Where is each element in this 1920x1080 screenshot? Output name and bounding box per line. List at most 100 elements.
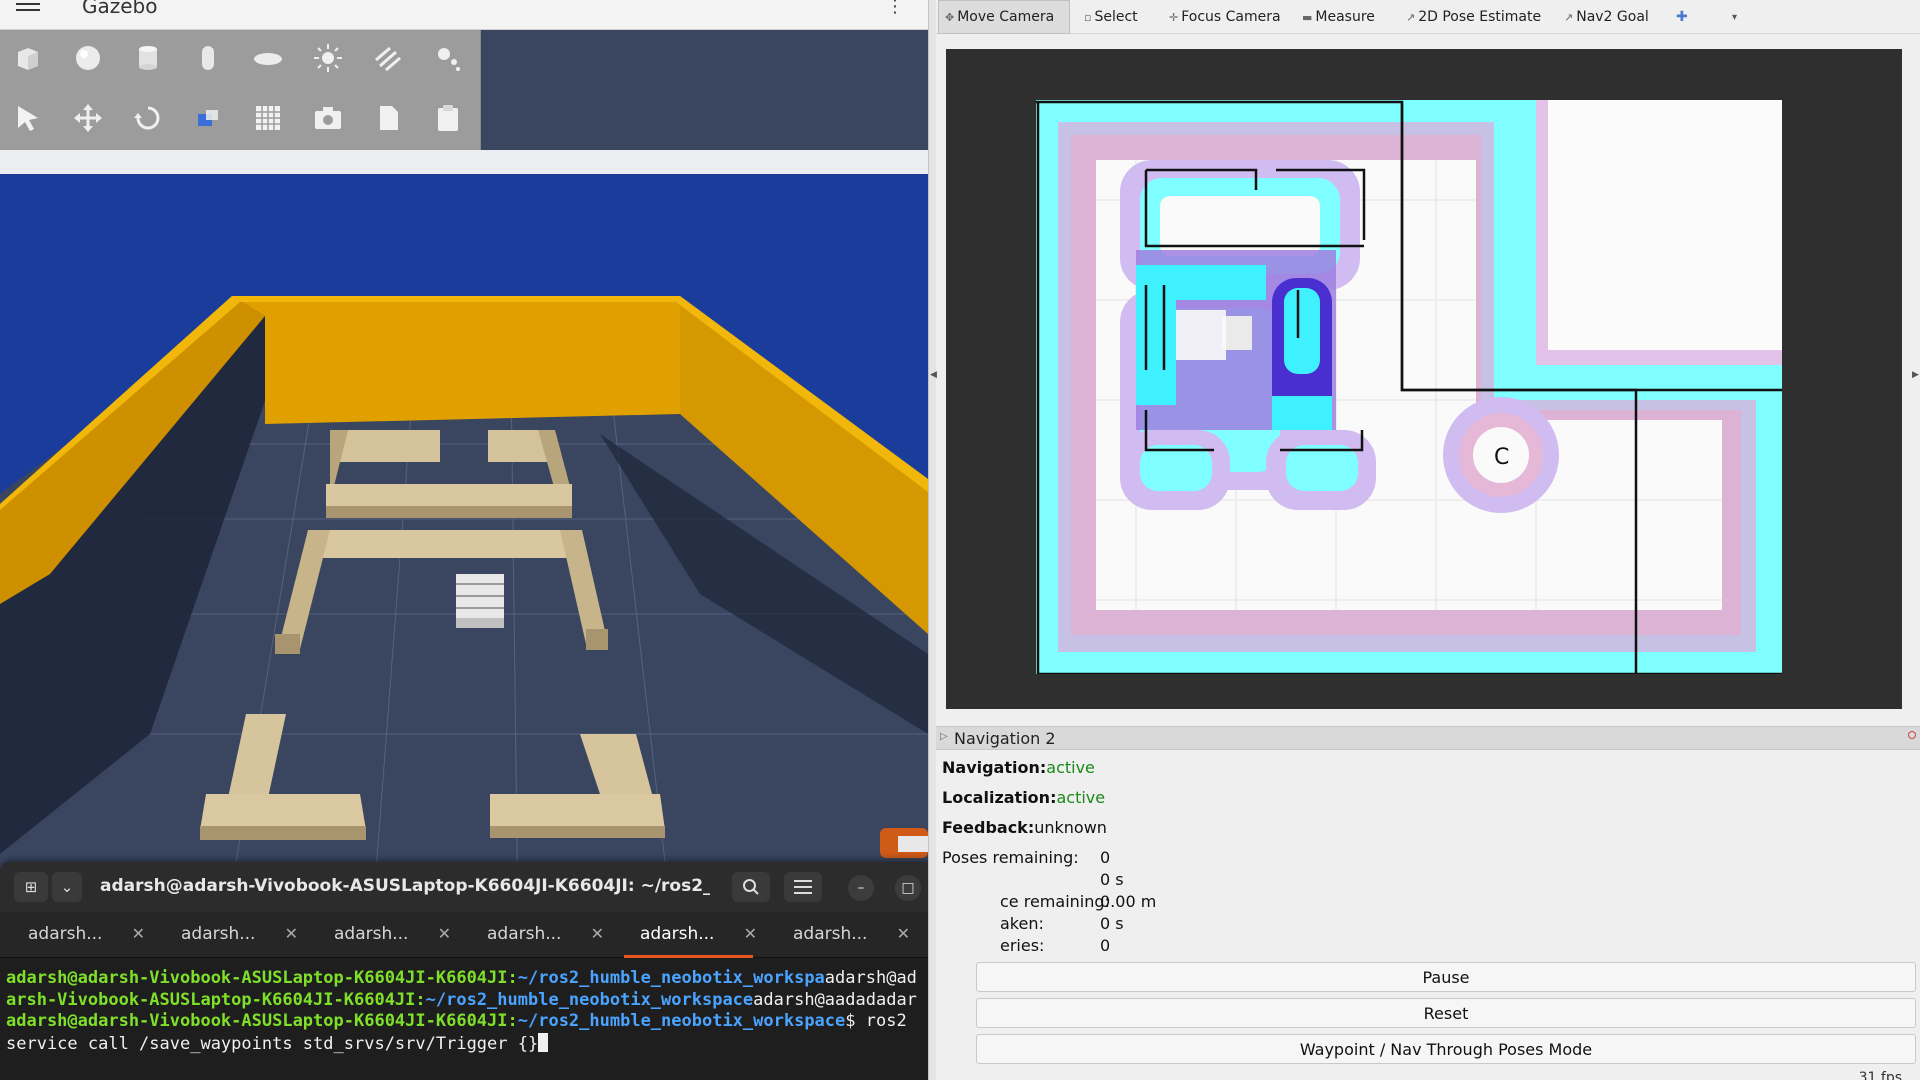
hamburger-menu-icon[interactable] xyxy=(16,3,40,17)
sun-icon[interactable] xyxy=(308,38,348,78)
tool-label: Focus Camera xyxy=(1181,9,1281,25)
measure-icon: ▬ xyxy=(1302,10,1313,24)
more-options-icon[interactable]: ⋮ xyxy=(886,0,904,16)
viewport-top-strip xyxy=(0,150,928,174)
close-tab-icon[interactable]: ✕ xyxy=(897,924,910,943)
nav-goal-arrow-icon: ↗ xyxy=(1564,10,1574,24)
terminal-tab[interactable]: adarsh... ✕ xyxy=(153,912,306,958)
collapse-left-arrow-icon[interactable]: ◀ xyxy=(930,370,937,380)
terminal-tab-bar: adarsh... ✕ adarsh... ✕ adarsh... ✕ adar… xyxy=(0,912,986,958)
translate-icon[interactable] xyxy=(68,98,108,138)
chevron-down-icon[interactable]: ⌄ xyxy=(52,872,82,902)
nav-panel-header[interactable]: ▷ Navigation 2 xyxy=(936,726,1920,750)
scene-object-right xyxy=(880,828,928,858)
robot-model xyxy=(456,574,504,628)
reset-button[interactable]: Reset xyxy=(976,998,1916,1028)
tab-label: adarsh... xyxy=(28,924,103,944)
spot-light-icon[interactable] xyxy=(428,38,468,78)
waypoint-mode-button[interactable]: Waypoint / Nav Through Poses Mode xyxy=(976,1034,1916,1064)
gazebo-titlebar: Gazebo ⋮ xyxy=(0,0,928,30)
feedback-status-row: Feedback:unknown xyxy=(942,818,1107,837)
tab-label: adarsh... xyxy=(334,924,409,944)
panel-close-icon[interactable] xyxy=(1908,731,1916,739)
terminal-line: arsh-Vivobook-ASUSLaptop-K6604JI-K6604JI… xyxy=(6,990,976,1012)
select-icon: ▫ xyxy=(1084,10,1092,24)
minimize-icon[interactable]: – xyxy=(848,875,874,901)
close-tab-icon[interactable]: ✕ xyxy=(285,924,298,943)
box-icon[interactable] xyxy=(8,38,48,78)
move-camera-icon: ✥ xyxy=(945,10,955,24)
tool-move-camera[interactable]: ✥ Move Camera xyxy=(938,0,1070,34)
new-tab-icon[interactable]: ⊞ xyxy=(14,872,48,902)
tool-select[interactable]: ▫ Select xyxy=(1084,0,1138,34)
navigation2-panel: ▷ Navigation 2 Navigation:active Localiz… xyxy=(936,726,1920,1080)
rotate-icon[interactable] xyxy=(128,98,168,138)
terminal-tab[interactable]: adarsh... ✕ xyxy=(765,912,918,958)
terminal-output[interactable]: adarsh@ad arsh-Vivobook-ASUSLaptop-K6604J… xyxy=(6,968,976,1078)
terminal-text: adarsh@ad xyxy=(824,968,917,988)
fps-counter: 31 fps xyxy=(1858,1070,1902,1080)
select-arrow-icon[interactable] xyxy=(8,98,48,138)
sphere-icon[interactable] xyxy=(68,38,108,78)
panel-splitter[interactable] xyxy=(928,0,936,1080)
tool-options-chevron-icon[interactable]: ▾ xyxy=(1732,0,1737,34)
active-tab-indicator xyxy=(624,955,753,958)
desktop: Gazebo ⋮ ⊞ ⌄ adarsh@adarsh-Vivobook-ASUS… xyxy=(0,0,1920,1080)
focus-camera-icon: ✛ xyxy=(1169,10,1179,24)
hamburger-menu-icon[interactable] xyxy=(784,872,822,902)
tool-measure[interactable]: ▬ Measure xyxy=(1302,0,1375,34)
search-icon[interactable] xyxy=(732,872,770,902)
prompt-path: ~/ros2_humble_neobotix_workspa xyxy=(517,968,825,988)
distance-remaining-value: 0.00 m xyxy=(1100,892,1157,911)
prompt-user: arsh-Vivobook-ASUSLaptop-K6604JI-K6604JI… xyxy=(6,989,426,1010)
terminal-cursor xyxy=(538,1032,549,1052)
terminal-title: adarsh@adarsh-Vivobook-ASUSLaptop-K6604J… xyxy=(100,876,710,896)
paste-icon[interactable] xyxy=(428,98,468,138)
tool-focus-camera[interactable]: ✛ Focus Camera xyxy=(1169,0,1281,34)
tab-label: adarsh... xyxy=(640,924,715,944)
prompt-user: adarsh@adarsh-Vivobook-ASUSLaptop-K6604J… xyxy=(6,1011,518,1031)
poses-remaining-value: 0 xyxy=(1100,848,1111,867)
localization-label: Localization: xyxy=(942,788,1057,807)
capsule-icon[interactable] xyxy=(188,38,228,78)
terminal-tab[interactable]: adarsh... ✕ xyxy=(306,912,459,958)
terminal-tab[interactable]: adarsh... ✕ xyxy=(459,912,612,958)
terminal-command: service call /save_waypoints std_srvs/sr… xyxy=(6,1033,539,1054)
terminal-line: adarsh@adarsh-Vivobook-ASUSLaptop-K6604J… xyxy=(6,1011,976,1033)
terminal-headerbar: ⊞ ⌄ adarsh@adarsh-Vivobook-ASUSLaptop-K6… xyxy=(0,862,986,912)
tool-nav2-goal[interactable]: ↗ Nav2 Goal xyxy=(1564,0,1649,34)
prompt-path: ~/ros2_humble_neobotix_workspace xyxy=(425,989,754,1010)
pause-button[interactable]: Pause xyxy=(976,962,1916,992)
directional-light-icon[interactable] xyxy=(368,38,408,78)
close-tab-icon[interactable]: ✕ xyxy=(438,924,451,943)
scale-icon[interactable] xyxy=(188,98,228,138)
rviz-toolbar: ✥ Move Camera ▫ Select ✛ Focus Camera ▬ Meas… xyxy=(936,0,1920,34)
ellipsoid-icon[interactable] xyxy=(248,38,288,78)
camera-icon[interactable] xyxy=(308,98,348,138)
occupancy-costmap[interactable]: C xyxy=(1036,100,1782,674)
local-costmap xyxy=(1136,250,1336,430)
close-tab-icon[interactable]: ✕ xyxy=(591,924,604,943)
tool-label: Move Camera xyxy=(957,9,1055,25)
rviz-window: ✥ Move Camera ▫ Select ✛ Focus Camera ▬ Meas… xyxy=(928,0,1920,1080)
distance-remaining-label: ce remaining: xyxy=(1000,892,1110,911)
grid-icon[interactable] xyxy=(248,98,288,138)
tool-label: Select xyxy=(1094,9,1138,25)
add-tool-plus-icon[interactable]: ✚ xyxy=(1676,0,1688,34)
copy-icon[interactable] xyxy=(368,98,408,138)
collapse-right-arrow-icon[interactable]: ▶ xyxy=(1912,370,1919,380)
tool-2d-pose-estimate[interactable]: ↗ 2D Pose Estimate xyxy=(1406,0,1541,34)
terminal-tab[interactable]: adarsh... ✕ xyxy=(0,912,153,958)
eta-value: 0 s xyxy=(1100,870,1124,889)
navigation-label: Navigation: xyxy=(942,758,1047,777)
terminal-tab-active[interactable]: adarsh... ✕ xyxy=(612,912,765,958)
close-tab-icon[interactable]: ✕ xyxy=(744,924,757,943)
panel-expand-arrow-icon[interactable]: ▷ xyxy=(940,731,948,742)
navigation-value: active xyxy=(1046,758,1095,777)
cylinder-icon[interactable] xyxy=(128,38,168,78)
maximize-icon[interactable]: □ xyxy=(895,875,921,901)
gazebo-toolbar xyxy=(0,30,481,150)
feedback-label: Feedback: xyxy=(942,818,1035,837)
close-tab-icon[interactable]: ✕ xyxy=(132,924,145,943)
map-marker-label: C xyxy=(1494,445,1509,470)
